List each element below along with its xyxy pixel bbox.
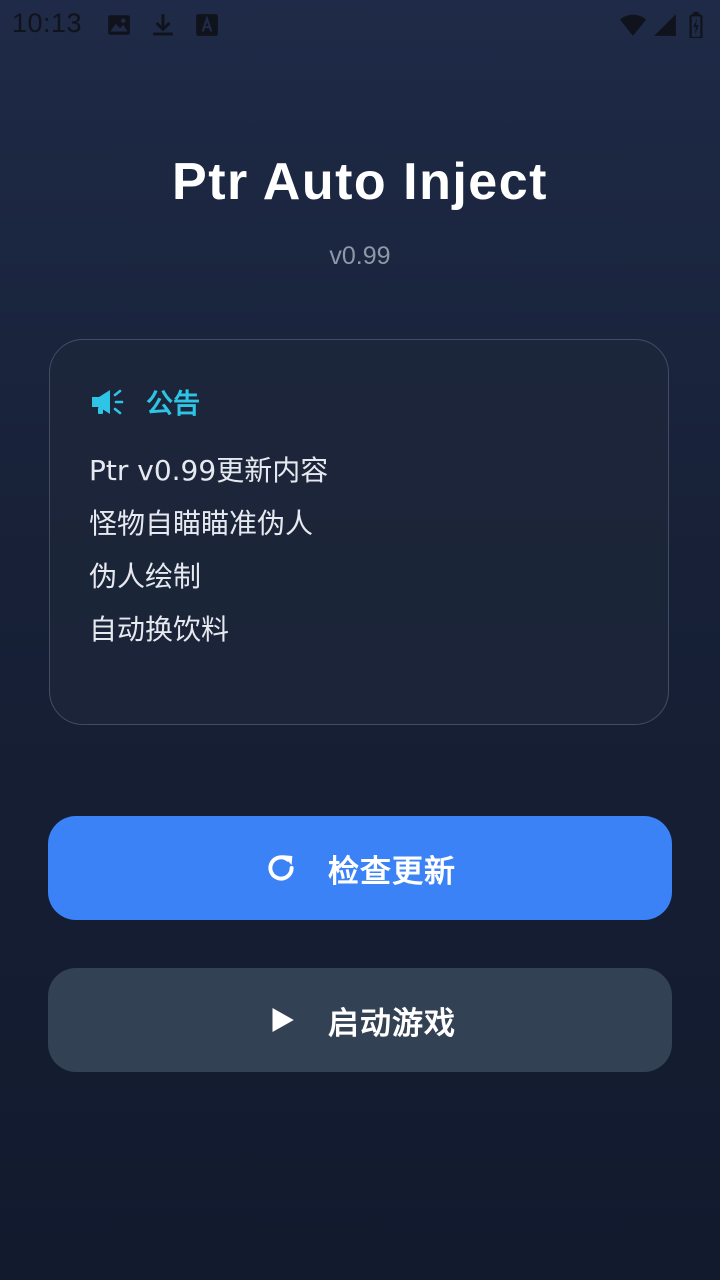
cellular-signal-icon xyxy=(652,12,678,38)
status-bar: 10:13 xyxy=(0,0,720,50)
play-icon xyxy=(272,1007,294,1033)
notice-title: 公告 xyxy=(146,389,200,420)
check-update-button[interactable]: 检查更新 xyxy=(48,816,672,920)
megaphone-icon xyxy=(92,389,124,414)
notice-line: 伪人绘制 xyxy=(89,560,202,593)
image-icon xyxy=(106,12,132,38)
launch-game-label: 启动游戏 xyxy=(328,1005,456,1042)
battery-charging-icon xyxy=(688,12,704,38)
wifi-icon xyxy=(618,12,648,38)
notice-card: 公告 Ptr v0.99更新内容 怪物自瞄瞄准伪人 伪人绘制 自动换饮料 xyxy=(49,339,669,725)
notice-line: Ptr v0.99更新内容 xyxy=(89,454,329,487)
notice-content: Ptr v0.99更新内容 怪物自瞄瞄准伪人 伪人绘制 自动换饮料 xyxy=(89,444,328,656)
notice-line: 怪物自瞄瞄准伪人 xyxy=(89,507,314,540)
status-time: 10:13 xyxy=(12,8,83,38)
refresh-icon xyxy=(268,855,294,881)
app-notification-icon xyxy=(194,12,220,38)
notice-header: 公告 xyxy=(90,382,200,421)
app-title: Ptr Auto Inject xyxy=(172,153,548,211)
launch-game-button[interactable]: 启动游戏 xyxy=(48,968,672,1072)
app-version: v0.99 xyxy=(329,242,391,270)
notice-line: 自动换饮料 xyxy=(89,613,230,646)
check-update-label: 检查更新 xyxy=(328,853,456,890)
download-icon xyxy=(150,12,176,38)
